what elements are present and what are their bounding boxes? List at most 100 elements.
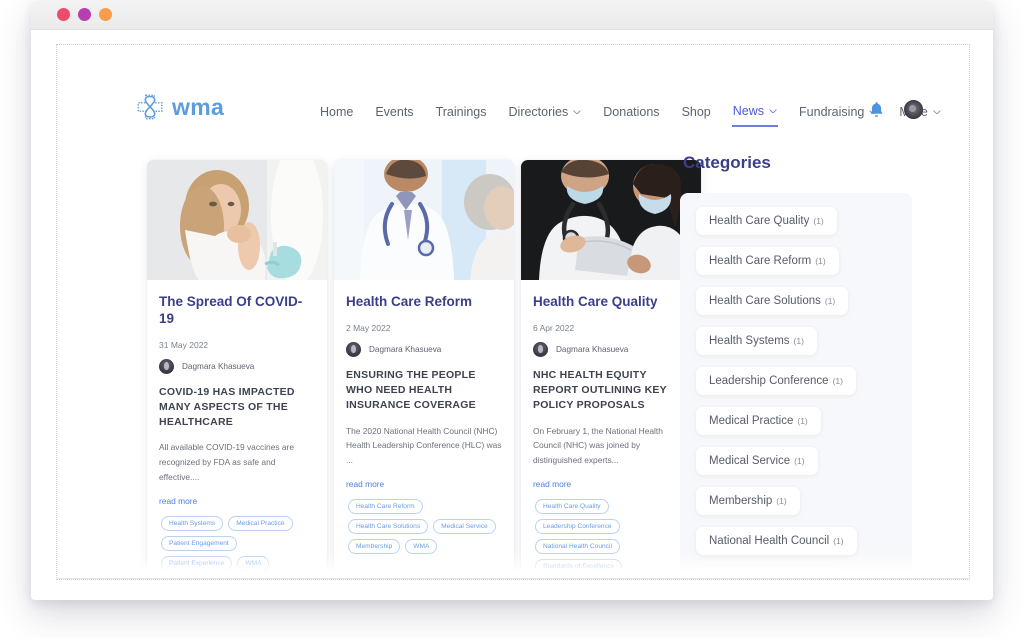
category-item[interactable]: Medical Practice (1) xyxy=(696,407,821,435)
author-name: Dagmara Khasueva xyxy=(556,344,629,354)
website-page: wma Home Events Trainings Directories Do… xyxy=(57,45,967,579)
tag[interactable]: WMA xyxy=(405,539,438,555)
site-header: wma Home Events Trainings Directories Do… xyxy=(57,45,967,135)
tag[interactable]: Health Care Solutions xyxy=(348,518,429,535)
card-title[interactable]: NHC HEALTH EQUITY REPORT OUTLINING KEY P… xyxy=(533,368,689,413)
card-date: 2 May 2022 xyxy=(346,322,391,333)
tag[interactable]: Medical Service xyxy=(433,518,496,535)
category-count: (1) xyxy=(815,256,826,266)
nav-label: Shop xyxy=(681,105,711,119)
card-date: 31 May 2022 xyxy=(159,339,209,350)
category-item[interactable]: Health Care Solutions (1) xyxy=(696,287,849,315)
nav-item-trainings[interactable]: Trainings xyxy=(435,103,488,126)
category-count: (1) xyxy=(797,416,808,426)
nav-item-shop[interactable]: Shop xyxy=(681,103,712,126)
author-avatar-icon xyxy=(346,341,361,357)
category-name: Health Care Reform xyxy=(709,255,812,267)
tag[interactable]: Leadership Conference xyxy=(535,518,620,535)
category-item[interactable]: Medical Service (1) xyxy=(696,447,818,475)
tag[interactable]: Patient Experience xyxy=(161,556,233,572)
screenshot-root: wma Home Events Trainings Directories Do… xyxy=(0,0,1024,638)
header-actions xyxy=(869,100,923,119)
tag[interactable]: Membership xyxy=(348,539,401,555)
nav-label: News xyxy=(732,104,765,118)
category-item[interactable]: National Health Council (1) xyxy=(696,527,857,555)
tag[interactable]: National Health Council xyxy=(535,539,620,555)
bell-icon[interactable] xyxy=(869,101,884,118)
card-title[interactable]: ENSURING THE PEOPLE WHO NEED HEALTH INSU… xyxy=(346,368,502,413)
tag[interactable]: Medical Practice xyxy=(228,515,293,531)
nav-label: Home xyxy=(320,105,354,119)
news-card-list: The Spread Of COVID-19 31 May 2022 Dagma… xyxy=(147,160,701,579)
category-name: Health Care Quality xyxy=(709,215,810,227)
nav-item-news[interactable]: News xyxy=(731,102,779,127)
close-button[interactable] xyxy=(57,8,70,21)
card-date: 6 Apr 2022 xyxy=(533,322,575,333)
nav-item-fundraising[interactable]: Fundraising xyxy=(798,103,878,126)
category-count: (1) xyxy=(824,296,836,306)
medical-cross-logo-icon xyxy=(135,92,165,122)
news-card[interactable]: The Spread Of COVID-19 31 May 2022 Dagma… xyxy=(147,160,327,579)
category-name: National Health Council xyxy=(709,535,830,547)
author-avatar-icon xyxy=(533,341,548,357)
window-titlebar xyxy=(31,0,993,30)
category-item[interactable]: Membership (1) xyxy=(696,487,800,515)
category-count: (1) xyxy=(813,216,824,226)
card-excerpt: The 2020 National Health Council (NHC) H… xyxy=(346,425,502,465)
category-name: Leadership Conference xyxy=(709,375,829,387)
tag[interactable]: Health Care Reform xyxy=(348,498,423,514)
nav-item-events[interactable]: Events xyxy=(374,103,414,126)
card-body: The Spread Of COVID-19 31 May 2022 Dagma… xyxy=(147,280,327,572)
nav-item-directories[interactable]: Directories xyxy=(508,103,583,126)
card-category: Health Care Quality xyxy=(533,294,658,309)
tag[interactable]: Patient Engagement xyxy=(161,535,237,552)
category-item[interactable]: Health Care Reform (1) xyxy=(696,247,839,275)
category-item[interactable]: Health Care Quality (1) xyxy=(696,207,837,235)
card-category: Health Care Reform xyxy=(346,294,473,309)
news-card[interactable]: Health Care Reform 2 May 2022 Dagmara Kh… xyxy=(334,160,514,579)
page-bottom-divider xyxy=(57,578,969,579)
categories-sidebar: Categories Health Care Quality (1) Healt… xyxy=(680,153,912,579)
nav-label: Donations xyxy=(603,105,660,119)
category-name: Medical Service xyxy=(709,455,791,467)
minimize-button[interactable] xyxy=(78,8,91,21)
nav-item-home[interactable]: Home xyxy=(319,103,354,126)
tag[interactable]: Health Systems xyxy=(161,515,224,531)
category-name: Medical Practice xyxy=(709,415,794,427)
nav-label: Trainings xyxy=(435,105,487,119)
category-name: Membership xyxy=(709,495,773,507)
category-count: (1) xyxy=(793,336,804,346)
maximize-button[interactable] xyxy=(99,8,112,21)
main-navigation: Home Events Trainings Directories Donati… xyxy=(319,102,942,127)
card-tags: Health Systems Medical Practice Patient … xyxy=(159,515,315,572)
read-more-link[interactable]: read more xyxy=(346,479,384,489)
nav-label: Events xyxy=(375,105,414,119)
tag[interactable]: WMA xyxy=(237,556,270,572)
card-author: Dagmara Khasueva xyxy=(346,341,502,357)
card-title[interactable]: COVID-19 HAS IMPACTED MANY ASPECTS OF TH… xyxy=(159,385,315,430)
card-excerpt: On February 1, the National Health Counc… xyxy=(533,425,663,465)
category-item[interactable]: Health Systems (1) xyxy=(696,327,817,355)
chevron-down-icon xyxy=(769,108,777,114)
window-controls xyxy=(57,8,112,21)
read-more-link[interactable]: read more xyxy=(533,479,571,489)
news-card[interactable]: Health Care Quality 6 Apr 2022 Dagmara K… xyxy=(521,160,701,579)
category-item[interactable]: Leadership Conference (1) xyxy=(696,367,856,395)
read-more-link[interactable]: read more xyxy=(159,496,197,506)
category-count: (1) xyxy=(833,536,844,546)
card-image-vaccination xyxy=(147,160,327,280)
user-avatar[interactable] xyxy=(904,100,923,119)
nav-label: Directories xyxy=(508,105,569,119)
category-name: Health Systems xyxy=(709,335,790,347)
author-avatar-icon xyxy=(159,358,174,374)
tag[interactable]: Health Care Quality xyxy=(535,498,609,514)
category-name: Health Care Solutions xyxy=(709,295,821,307)
sidebar-title: Categories xyxy=(683,153,771,172)
nav-item-donations[interactable]: Donations xyxy=(602,103,660,126)
author-name: Dagmara Khasueva xyxy=(369,344,442,354)
logo-text: wma xyxy=(172,93,225,120)
card-image-masked-doctors xyxy=(521,160,701,280)
card-body: Health Care Quality 6 Apr 2022 Dagmara K… xyxy=(521,280,701,575)
tag[interactable]: Standards of Excellence xyxy=(535,559,623,575)
site-logo[interactable]: wma xyxy=(135,92,224,122)
